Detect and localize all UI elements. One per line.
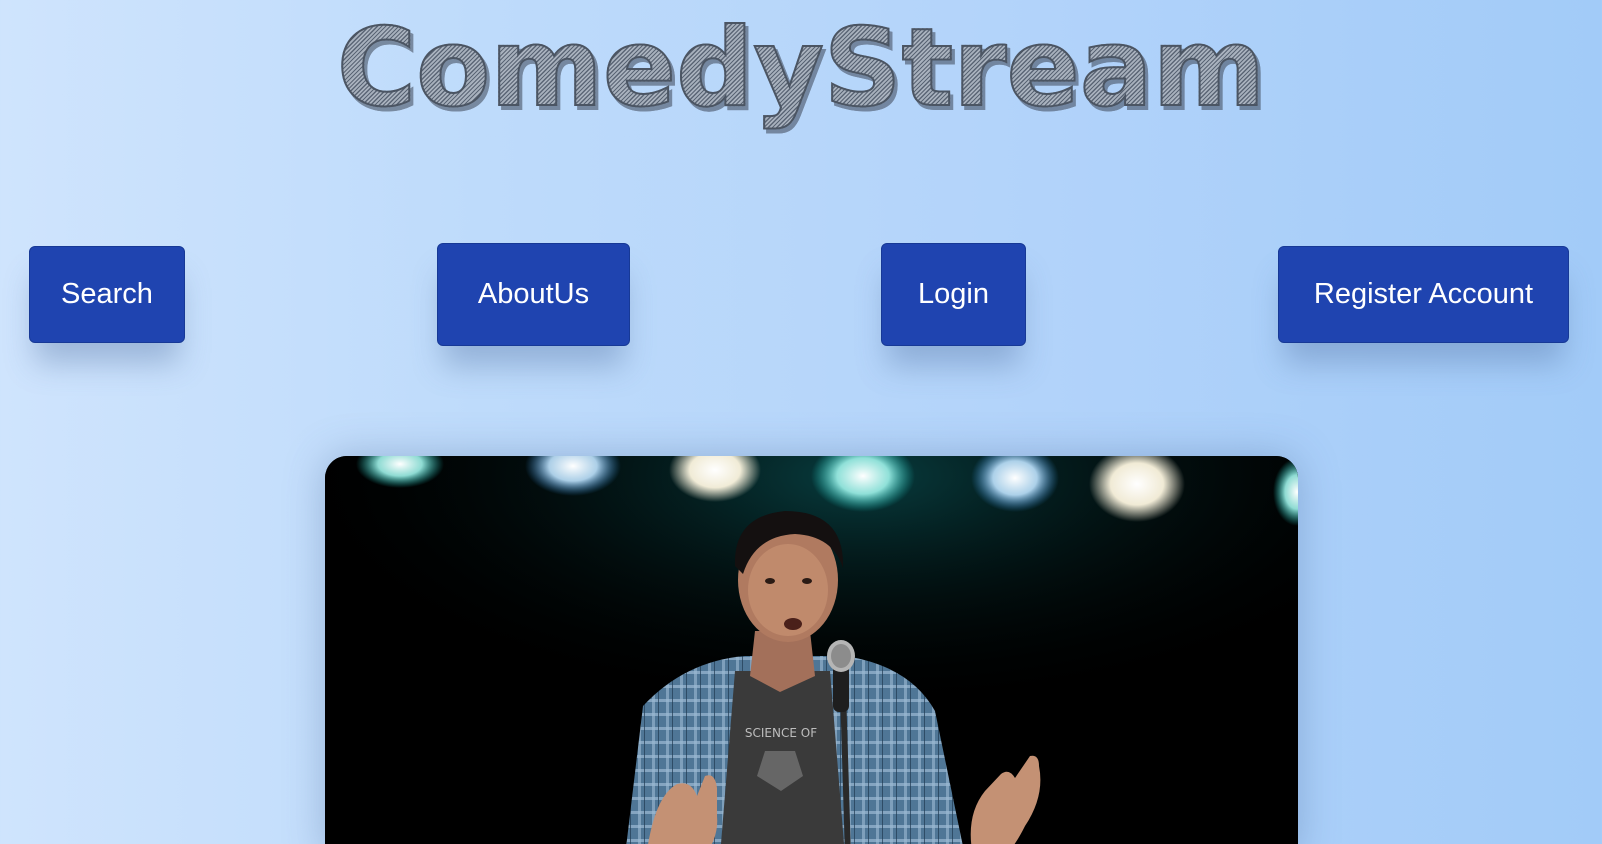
site-title: ComedyStream bbox=[0, 4, 1602, 134]
login-button[interactable]: Login bbox=[881, 243, 1026, 346]
shirt-print: SCIENCE OF bbox=[745, 726, 817, 740]
search-button[interactable]: Search bbox=[29, 246, 185, 343]
register-account-button[interactable]: Register Account bbox=[1278, 246, 1569, 343]
comedian-photo: SCIENCE OF bbox=[325, 456, 1298, 844]
about-us-button[interactable]: AboutUs bbox=[437, 243, 630, 346]
hero-image: SCIENCE OF bbox=[325, 456, 1298, 844]
